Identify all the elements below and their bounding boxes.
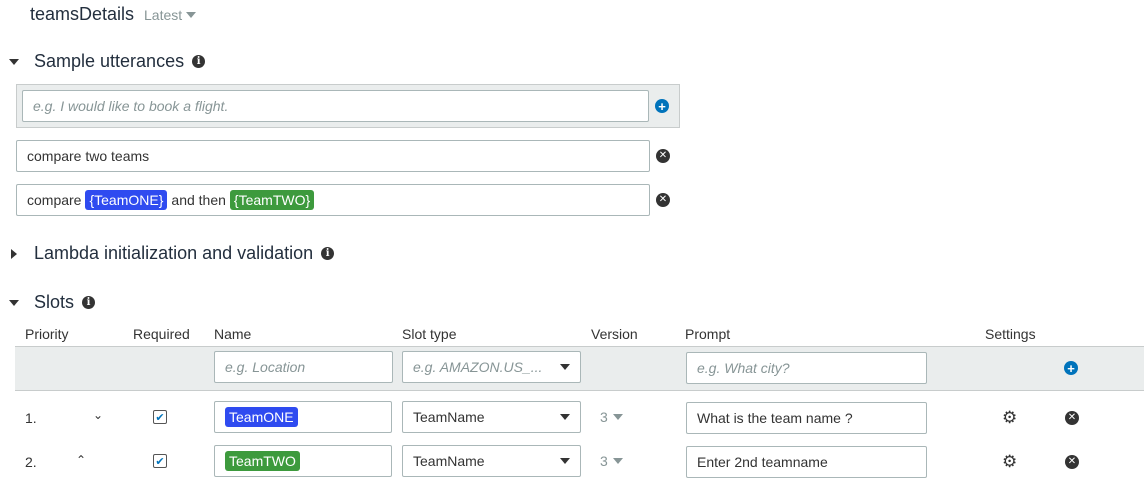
section-title: Sample utterances (34, 51, 185, 71)
col-version: Version (591, 326, 638, 342)
col-priority: Priority (25, 326, 69, 342)
col-required: Required (133, 326, 190, 342)
required-checkbox[interactable]: ✔ (153, 410, 167, 424)
collapse-caret-icon (9, 299, 19, 306)
slot-type-select[interactable]: TeamName (402, 445, 581, 477)
col-prompt: Prompt (685, 326, 731, 342)
section-lambda[interactable]: Lambda initialization and validation i (8, 243, 335, 264)
caret-down-icon (186, 12, 197, 18)
section-title: Lambda initialization and validation (34, 243, 314, 263)
required-checkbox[interactable]: ✔ (153, 454, 167, 468)
version-label: Latest (144, 7, 183, 23)
delete-utterance-icon[interactable]: ✕ (656, 193, 670, 207)
utterance-text: compare two teams (27, 148, 150, 164)
collapse-caret-icon (9, 58, 19, 65)
gear-icon[interactable]: ⚙ (1002, 409, 1017, 426)
new-slot-prompt-input[interactable]: e.g. What city? (686, 352, 927, 384)
caret-down-icon (560, 364, 570, 370)
caret-down-icon (560, 458, 570, 464)
slot-name-tag: TeamTWO (225, 451, 300, 471)
utterance-field-1[interactable]: compare two teams (16, 140, 650, 172)
col-settings: Settings (985, 326, 1036, 342)
expand-caret-icon (11, 248, 17, 259)
caret-down-icon (612, 458, 623, 464)
intent-title: teamsDetails (30, 4, 135, 24)
slot-priority: 1. (25, 410, 37, 426)
version-value: 3 (600, 453, 608, 469)
slot-type-select[interactable]: TeamName (402, 401, 581, 433)
caret-down-icon (612, 414, 623, 420)
info-icon[interactable]: i (192, 55, 206, 68)
slot-type-value: TeamName (413, 409, 485, 425)
placeholder-text: e.g. What city? (697, 360, 790, 376)
section-sample-utterances[interactable]: Sample utterances i (8, 51, 206, 72)
slot-prompt-input[interactable]: Enter 2nd teamname (686, 446, 927, 478)
section-slots[interactable]: Slots i (8, 292, 96, 313)
utterance-field-2[interactable]: compare {TeamONE} and then {TeamTWO} (16, 184, 650, 216)
slot-name-input[interactable]: TeamTWO (214, 445, 392, 477)
delete-slot-icon[interactable]: ✕ (1065, 411, 1079, 425)
delete-slot-icon[interactable]: ✕ (1065, 455, 1079, 469)
col-name: Name (214, 326, 252, 342)
new-slot-name-input[interactable]: e.g. Location (214, 351, 393, 383)
info-icon[interactable]: i (321, 247, 335, 260)
info-icon[interactable]: i (82, 296, 96, 309)
slot-version-dropdown[interactable]: 3 (600, 409, 623, 425)
prompt-text: Enter 2nd teamname (697, 454, 828, 470)
move-up-chevron-icon[interactable]: ⌃ (76, 453, 86, 467)
delete-utterance-icon[interactable]: ✕ (656, 149, 670, 163)
version-value: 3 (600, 409, 608, 425)
version-dropdown[interactable]: Latest (144, 7, 197, 23)
move-down-chevron-icon[interactable]: ⌄ (93, 408, 103, 422)
slot-priority: 2. (25, 454, 37, 470)
placeholder-text: e.g. I would like to book a flight. (33, 98, 229, 114)
utterance-text: compare (27, 192, 82, 208)
slot-name-input[interactable]: TeamONE (214, 401, 392, 433)
caret-down-icon (560, 414, 570, 420)
gear-icon[interactable]: ⚙ (1002, 453, 1017, 470)
slot-tag-teamone[interactable]: {TeamONE} (85, 190, 168, 210)
section-title: Slots (34, 292, 75, 312)
prompt-text: What is the team name ? (697, 410, 853, 426)
add-utterance-icon[interactable]: + (655, 99, 669, 113)
slot-name-tag: TeamONE (225, 407, 298, 427)
new-utterance-input[interactable]: e.g. I would like to book a flight. (22, 90, 649, 122)
new-slot-type-select[interactable]: e.g. AMAZON.US_... (402, 351, 581, 383)
placeholder-text: e.g. AMAZON.US_... (413, 359, 543, 375)
col-slot-type: Slot type (402, 326, 457, 342)
add-slot-icon[interactable]: + (1064, 361, 1078, 375)
slot-tag-teamtwo[interactable]: {TeamTWO} (229, 190, 315, 210)
slot-type-value: TeamName (413, 453, 485, 469)
slot-version-dropdown[interactable]: 3 (600, 453, 623, 469)
slot-prompt-input[interactable]: What is the team name ? (686, 402, 927, 434)
utterance-text: and then (171, 192, 226, 208)
placeholder-text: e.g. Location (225, 359, 306, 375)
